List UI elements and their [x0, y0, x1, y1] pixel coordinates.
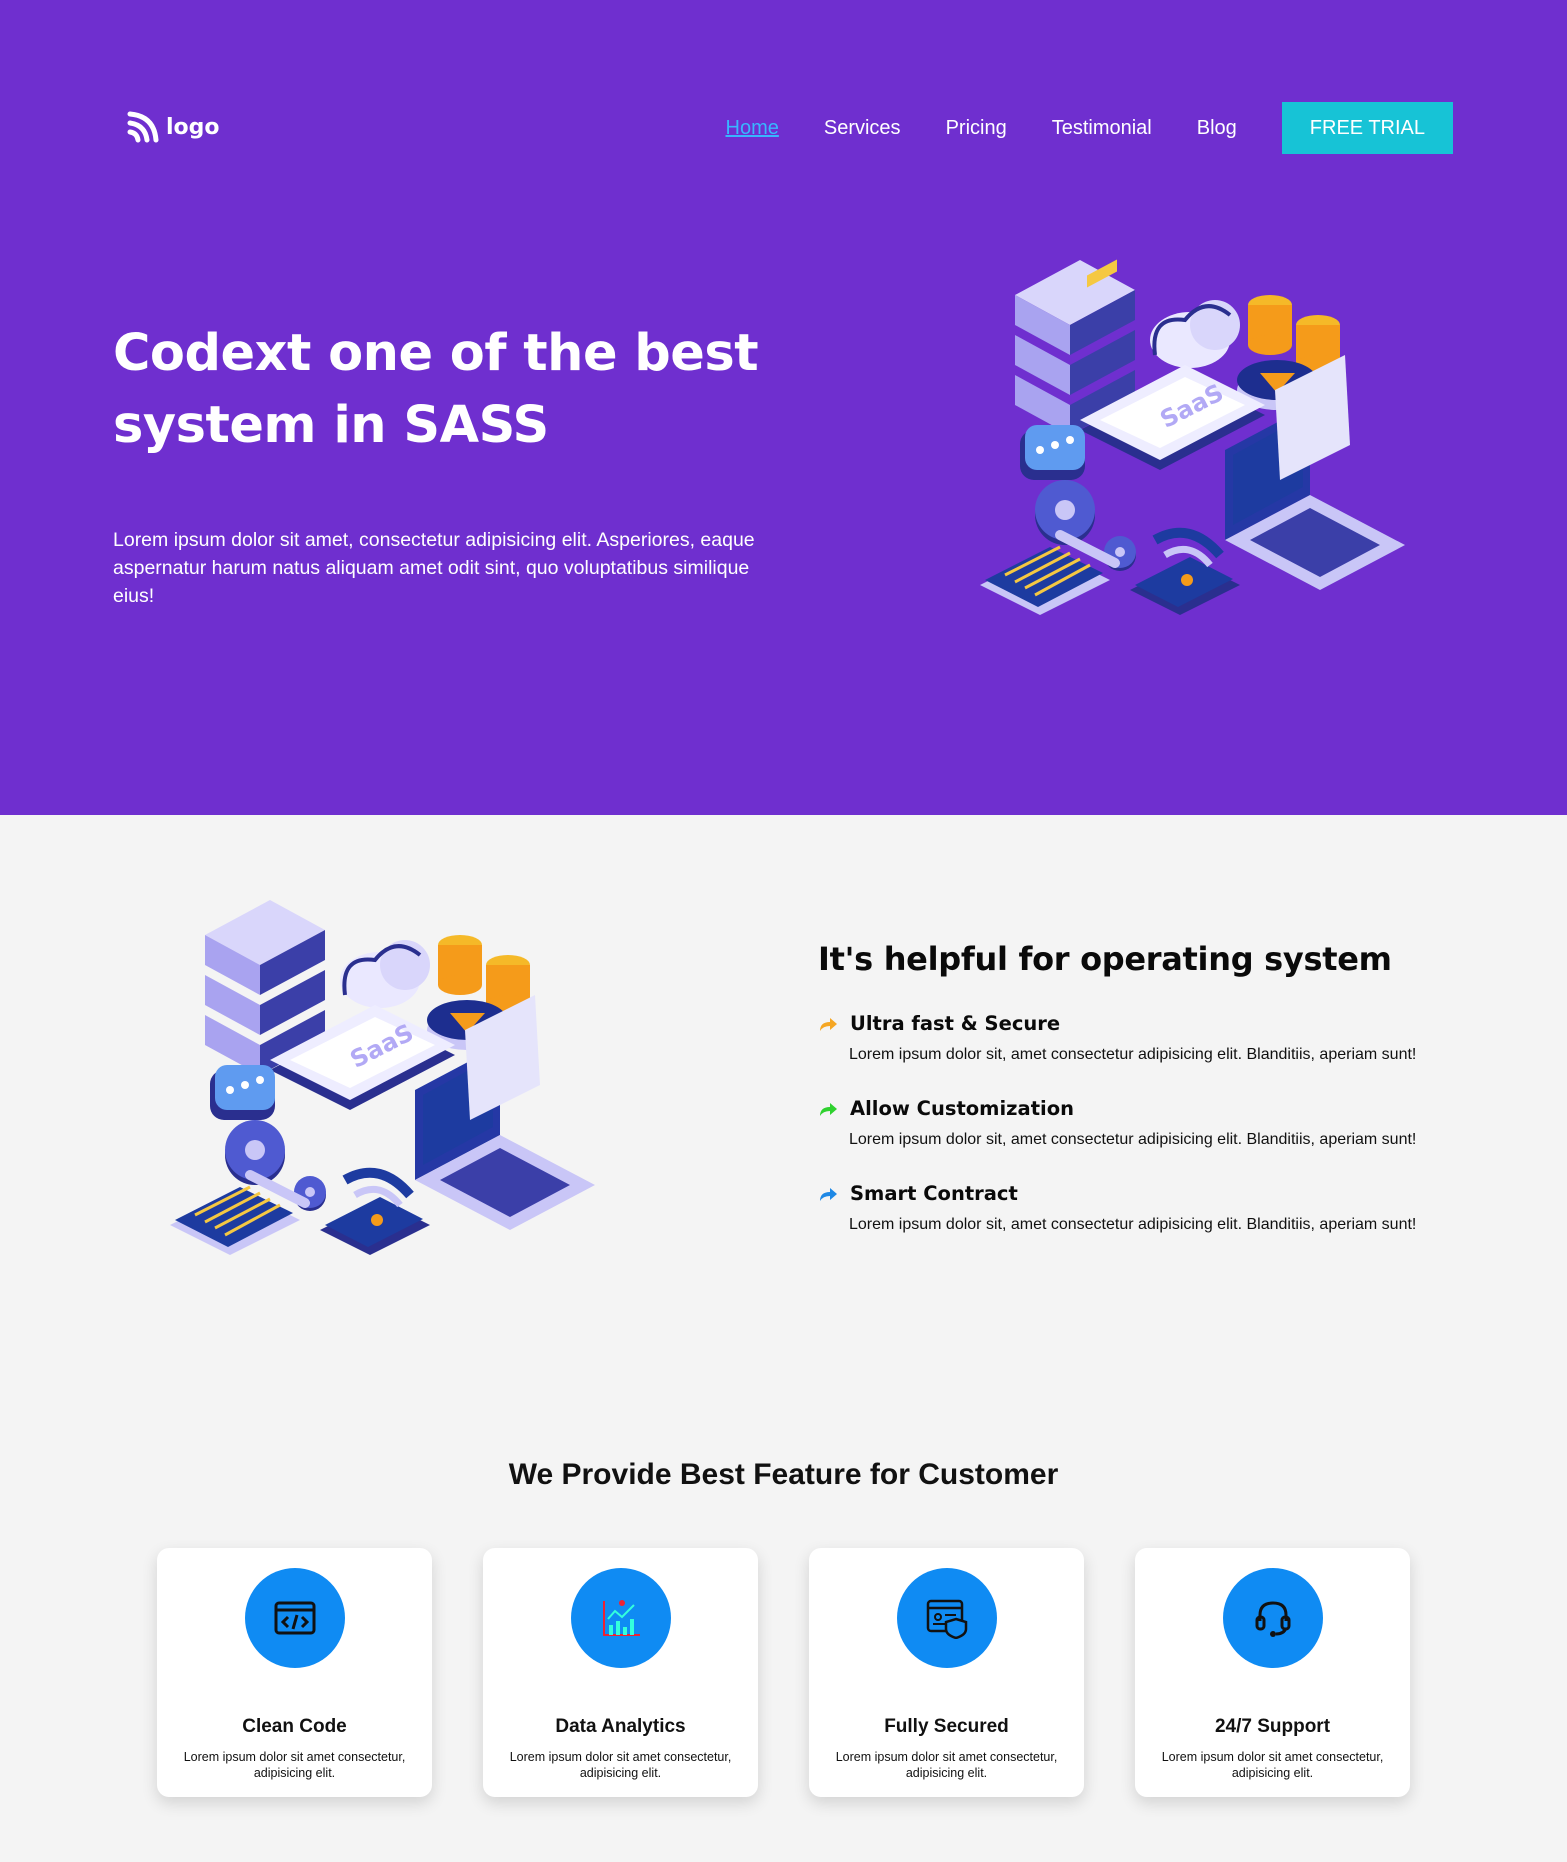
feature-desc: Lorem ipsum dolor sit, amet consectetur …: [849, 1216, 1417, 1233]
feature-item: Allow Customization Lorem ipsum dolor si…: [818, 1097, 1538, 1149]
nav-testimonial[interactable]: Testimonial: [1052, 117, 1152, 140]
forward-arrow-icon: [820, 1017, 837, 1031]
feature-card: Clean Code Lorem ipsum dolor sit amet co…: [157, 1548, 432, 1797]
feature-name: Allow Customization: [850, 1097, 1074, 1120]
cards-section-title: We Provide Best Feature for Customer: [508, 1458, 1059, 1491]
phone-wifi-icon: [1130, 527, 1240, 615]
main-nav: Home Services Pricing Testimonial Blog F…: [726, 102, 1453, 154]
feature-name: Smart Contract: [850, 1182, 1018, 1205]
cloud-icon: [340, 940, 430, 1008]
forward-arrow-icon: [820, 1187, 837, 1201]
saas-isometric-illustration: SaaS: [980, 259, 1405, 615]
free-trial-button[interactable]: FREE TRIAL: [1281, 102, 1453, 154]
chat-bubble-icon: [1020, 425, 1085, 480]
feature-card: Fully Secured Lorem ipsum dolor sit amet…: [809, 1548, 1084, 1797]
logo-text: logo: [166, 114, 220, 140]
hero-title-line1: Codext one of the best: [113, 324, 759, 383]
logo-rss-icon: [127, 111, 159, 143]
notepad-icon: [170, 1170, 310, 1255]
feature-item: Smart Contract Lorem ipsum dolor sit, am…: [818, 1182, 1538, 1234]
notepad-icon: [980, 530, 1120, 615]
secure-shield-icon: [897, 1568, 997, 1668]
forward-arrow-icon: [820, 1102, 837, 1116]
card-name: Clean Code: [242, 1716, 347, 1737]
hero-title-line2: system in SASS: [113, 396, 549, 455]
analytics-chart-icon: [571, 1568, 671, 1668]
saas-isometric-illustration-secondary: SaaS: [170, 900, 595, 1255]
nav-pricing[interactable]: Pricing: [946, 117, 1007, 140]
card-text: Lorem ipsum dolor sit amet consectetur, …: [1161, 1750, 1384, 1780]
hero-section: logo Home Services Pricing Testimonial B…: [0, 0, 1567, 815]
phone-wifi-icon: [320, 1167, 430, 1255]
headset-icon: [1223, 1568, 1323, 1668]
card-name: 24/7 Support: [1214, 1716, 1331, 1737]
cloud-icon: [1150, 300, 1240, 368]
nav-services[interactable]: Services: [824, 117, 901, 140]
feature-card: 24/7 Support Lorem ipsum dolor sit amet …: [1135, 1548, 1410, 1797]
card-text: Lorem ipsum dolor sit amet consectetur, …: [509, 1750, 732, 1780]
card-text: Lorem ipsum dolor sit amet consectetur, …: [835, 1750, 1058, 1780]
nav-home[interactable]: Home: [726, 117, 779, 140]
card-name: Data Analytics: [555, 1716, 686, 1737]
card-name: Fully Secured: [884, 1716, 1009, 1737]
feature-item: Ultra fast & Secure Lorem ipsum dolor si…: [818, 1012, 1538, 1064]
nav-blog[interactable]: Blog: [1197, 117, 1237, 140]
chat-bubble-icon: [210, 1065, 275, 1120]
hero-title: Codext one of the best system in SASS: [113, 318, 793, 462]
feature-desc: Lorem ipsum dolor sit, amet consectetur …: [849, 1131, 1417, 1148]
feature-name: Ultra fast & Secure: [850, 1012, 1061, 1035]
card-text: Lorem ipsum dolor sit amet consectetur, …: [183, 1750, 406, 1780]
feature-desc: Lorem ipsum dolor sit, amet consectetur …: [849, 1046, 1417, 1063]
hero-text: Lorem ipsum dolor sit amet, consectetur …: [113, 529, 755, 607]
features-title: It's helpful for operating system: [818, 940, 1392, 978]
code-window-icon: [245, 1568, 345, 1668]
feature-card: Data Analytics Lorem ipsum dolor sit ame…: [483, 1548, 758, 1797]
brand-logo[interactable]: logo: [126, 110, 220, 144]
